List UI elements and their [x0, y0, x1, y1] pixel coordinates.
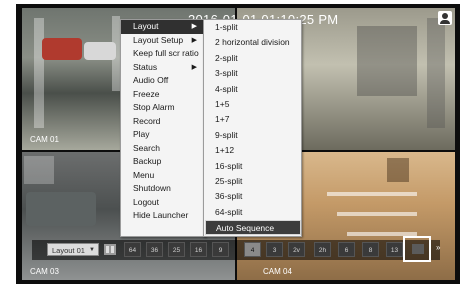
camera-label: CAM 03	[30, 267, 59, 276]
menu-item-label: Menu	[133, 169, 155, 180]
pillar-shape	[34, 18, 44, 128]
split-button-9[interactable]: 9	[212, 242, 229, 257]
menu-item-label: Freeze	[133, 88, 160, 99]
menu-item-label: Hide Launcher	[133, 210, 189, 220]
menu-item-label: Logout	[133, 196, 159, 207]
menu-item-label: Status	[133, 61, 158, 72]
layout-select[interactable]: Layout 01 ▼	[47, 243, 99, 256]
menu-item-play[interactable]: Play	[121, 128, 205, 142]
car-shape	[26, 192, 96, 226]
menu-item-status[interactable]: Status ▶	[121, 61, 205, 75]
layout-option-2-split[interactable]: 2-split	[204, 51, 301, 66]
split-button-64[interactable]: 64	[124, 242, 141, 257]
stair-rail	[337, 212, 417, 216]
window-shape	[387, 158, 409, 182]
context-menu: Layout ▶ Layout Setup ▶ Keep full scr rati…	[120, 19, 206, 237]
expand-icon[interactable]: »	[436, 243, 440, 252]
layout-submenu: 1-split 2 horizontal division 2-split 3-…	[203, 19, 302, 237]
layout-option-36-split[interactable]: 36-split	[204, 189, 301, 204]
menu-item-hide-launcher[interactable]: Hide Launcher	[121, 209, 205, 223]
split-button-25[interactable]: 25	[168, 242, 185, 257]
sign-shape	[24, 156, 54, 184]
user-icon[interactable]	[438, 11, 452, 25]
layout-icon	[412, 244, 424, 254]
menu-item-audio-off[interactable]: Audio Off	[121, 74, 205, 88]
menu-item-record[interactable]: Record	[121, 115, 205, 129]
layout-option-16-split[interactable]: 16-split	[204, 159, 301, 174]
menu-item-label: Keep full scr ratio	[133, 48, 199, 58]
menu-item-label: Audio Off	[133, 75, 169, 85]
split-button-13[interactable]: 13	[386, 242, 403, 257]
menu-item-search[interactable]: Search	[121, 142, 205, 156]
split-button-4[interactable]: 4	[244, 242, 261, 257]
submenu-arrow-icon: ▶	[191, 23, 197, 30]
door-shape	[357, 26, 417, 96]
menu-item-shutdown[interactable]: Shutdown	[121, 182, 205, 196]
split-button-8[interactable]: 8	[362, 242, 379, 257]
split-button-2h[interactable]: 2h	[314, 242, 331, 257]
layout-select-value: Layout 01	[52, 246, 85, 255]
layout-option-1-plus-5[interactable]: 1+5	[204, 97, 301, 112]
camera-label: CAM 04	[263, 267, 292, 276]
door-shape	[427, 18, 445, 128]
layout-option-1-split[interactable]: 1-split	[204, 20, 301, 35]
submenu-arrow-icon: ▶	[191, 36, 197, 44]
layout-option-1-plus-7[interactable]: 1+7	[204, 112, 301, 127]
menu-item-label: Stop Alarm	[133, 102, 175, 112]
split-button-36[interactable]: 36	[146, 242, 163, 257]
menu-item-label: Record	[133, 115, 161, 126]
layout-option-64-split[interactable]: 64-split	[204, 205, 301, 220]
menu-item-label: Layout Setup	[133, 34, 184, 45]
menu-item-label: Layout	[133, 21, 159, 31]
layout-option-25-split[interactable]: 25-split	[204, 174, 301, 189]
split-button-6[interactable]: 6	[338, 242, 355, 257]
menu-item-label: Shutdown	[133, 183, 171, 193]
menu-item-keep-full-screen-ratio[interactable]: Keep full scr ratio	[121, 47, 205, 61]
sequence-icon[interactable]	[104, 244, 116, 255]
chevron-down-icon: ▼	[89, 247, 95, 253]
menu-item-stop-alarm[interactable]: Stop Alarm	[121, 101, 205, 115]
car-shape	[42, 38, 82, 60]
menu-item-label: Backup	[133, 156, 162, 166]
highlighted-launcher-button[interactable]	[403, 236, 431, 262]
menu-item-freeze[interactable]: Freeze	[121, 88, 205, 102]
launcher-bar: Layout 01 ▼ 64 36 25 16 9 4 3 2v 2h 6 8 1…	[32, 240, 440, 260]
menu-item-layout[interactable]: Layout ▶	[121, 20, 205, 34]
car-shape	[84, 42, 116, 60]
menu-item-backup[interactable]: Backup	[121, 155, 205, 169]
layout-option-3-split[interactable]: 3-split	[204, 66, 301, 81]
menu-item-layout-setup[interactable]: Layout Setup ▶	[121, 34, 205, 48]
submenu-arrow-icon: ▶	[191, 63, 197, 71]
layout-option-1-plus-12[interactable]: 1+12	[204, 143, 301, 158]
menu-item-logout[interactable]: Logout	[121, 196, 205, 210]
menu-item-label: Search	[133, 142, 160, 153]
layout-option-4-split[interactable]: 4-split	[204, 82, 301, 97]
layout-option-9-split[interactable]: 9-split	[204, 128, 301, 143]
camera-label: CAM 01	[30, 135, 59, 144]
stair-rail	[327, 192, 417, 196]
split-button-2v[interactable]: 2v	[288, 242, 305, 257]
layout-option-2-horizontal-division[interactable]: 2 horizontal division	[204, 35, 301, 50]
menu-item-menu[interactable]: Menu	[121, 169, 205, 183]
menu-item-label: Play	[133, 129, 150, 139]
auto-sequence-option[interactable]: Auto Sequence	[205, 220, 301, 235]
split-button-3[interactable]: 3	[266, 242, 283, 257]
split-button-16[interactable]: 16	[190, 242, 207, 257]
